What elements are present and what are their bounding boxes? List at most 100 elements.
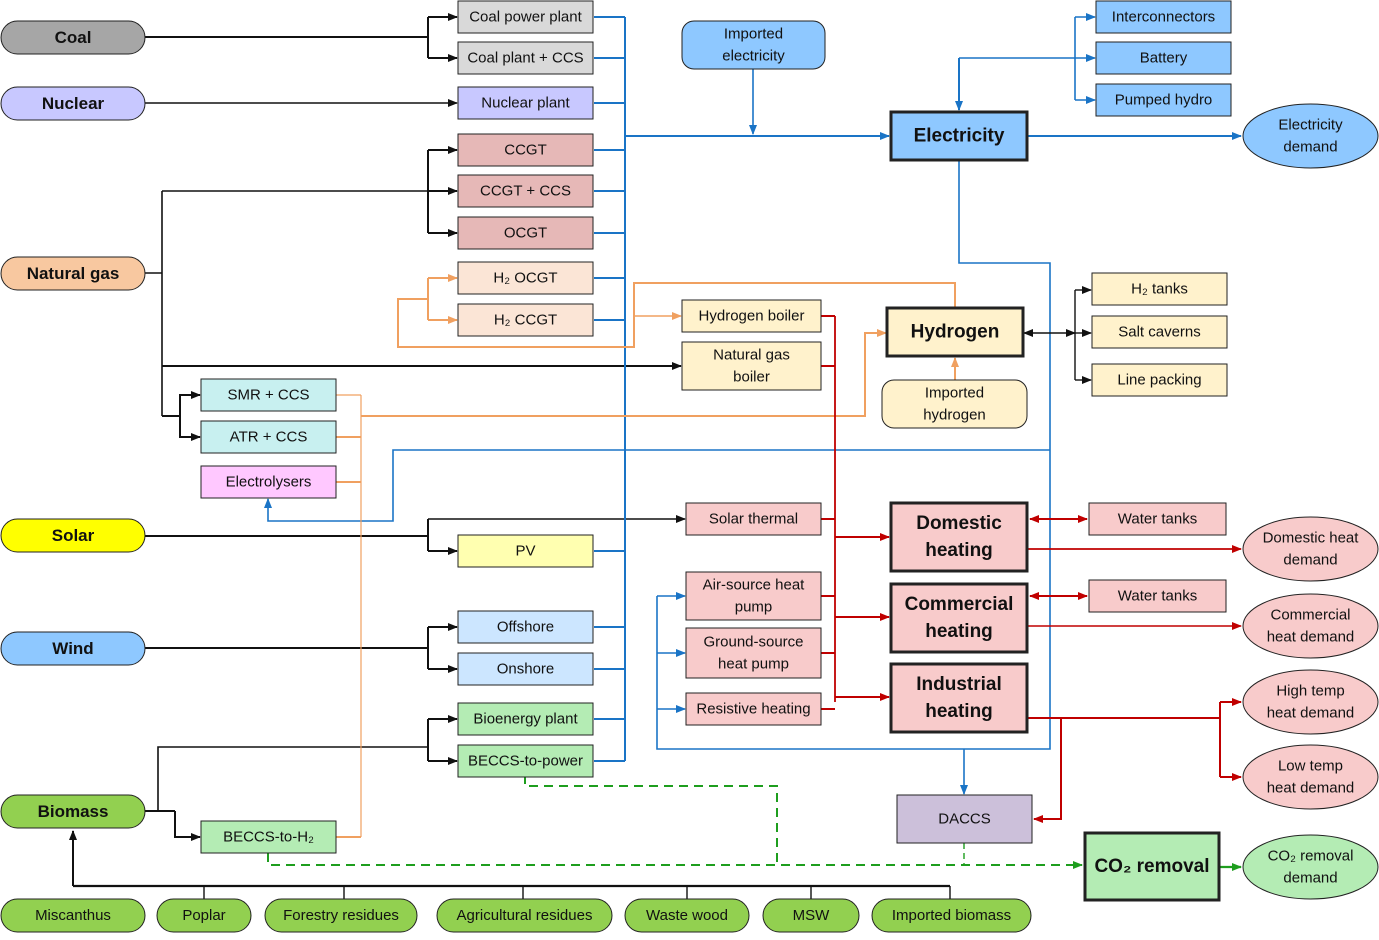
beccs-to-h2[interactable]: BECCS-to-H₂ [200, 820, 337, 854]
smr-ccs[interactable]: SMR + CCS [200, 378, 337, 412]
beccs-to-power[interactable]: BECCS-to-power [457, 744, 594, 778]
pv-label: PV [515, 543, 535, 560]
coal-power-plant[interactable]: Coal power plant [457, 0, 594, 34]
coal-plant-ccs[interactable]: Coal plant + CCS [457, 41, 594, 75]
demand-co2-removal-label: demand [1283, 870, 1337, 887]
electrolysers[interactable]: Electrolysers [200, 465, 337, 499]
air-source-heat-pump[interactable]: Air-source heat pump [685, 571, 822, 621]
storage-line-packing-label: Line packing [1117, 372, 1201, 389]
ccgt-ccs[interactable]: CCGT + CCS [457, 174, 594, 208]
hub-hydrogen[interactable]: Hydrogen [885, 306, 1025, 358]
source-wind[interactable]: Wind [0, 631, 146, 666]
demand-low-temp-heat-label: Low temp [1278, 758, 1343, 775]
source-biomass-label: Biomass [38, 802, 109, 821]
storage-interconnectors-label: Interconnectors [1112, 9, 1215, 26]
demand-domestic-heat[interactable]: Domestic heat demand [1242, 516, 1379, 582]
solar-thermal-label: Solar thermal [709, 511, 798, 528]
smr-ccs-label: SMR + CCS [227, 387, 309, 404]
ground-source-heat-pump-label: Ground-source [703, 634, 803, 651]
bio-up [157, 746, 428, 811]
source-natural-gas-label: Natural gas [27, 264, 120, 283]
electrolysers-label: Electrolysers [226, 474, 312, 491]
hub-industrial-heating-label: heating [925, 701, 993, 722]
source-coal-label: Coal [55, 28, 92, 47]
ocgt[interactable]: OCGT [457, 216, 594, 250]
demand-domestic-heat-label: demand [1283, 552, 1337, 569]
demand-commercial-heat[interactable]: Commercial heat demand [1242, 593, 1379, 659]
source-solar-label: Solar [52, 526, 95, 545]
storage-h2-tanks[interactable]: H₂ tanks [1091, 272, 1228, 306]
natural-gas-boiler-label: Natural gas [713, 347, 790, 364]
h2-ocgt[interactable]: H₂ OCGT [457, 261, 594, 295]
storage-water-tanks-domestic-label: Water tanks [1118, 511, 1197, 528]
hub-industrial-heating-label: Industrial [916, 674, 1002, 695]
demand-commercial-heat-shape [1242, 593, 1379, 659]
demand-electricity-label: demand [1283, 139, 1337, 156]
feedstock-4-label: Waste wood [646, 907, 728, 924]
storage-water-tanks-domestic[interactable]: Water tanks [1088, 502, 1227, 536]
natural-gas-boiler[interactable]: Natural gas boiler [681, 341, 822, 391]
demand-co2-removal[interactable]: CO₂ removal demand [1242, 834, 1379, 900]
source-nuclear[interactable]: Nuclear [0, 86, 146, 121]
h2-ccgt[interactable]: H₂ CCGT [457, 303, 594, 337]
demand-electricity-label: Electricity [1278, 117, 1343, 134]
feedstock-3[interactable]: Agricultural residues [436, 898, 613, 933]
storage-line-packing[interactable]: Line packing [1091, 363, 1228, 397]
ccgt-ccs-label: CCGT + CCS [480, 183, 571, 200]
connectors-layer [69, 13, 1242, 900]
storage-water-tanks-commercial[interactable]: Water tanks [1088, 579, 1227, 613]
demand-electricity-shape [1242, 103, 1379, 169]
feedstock-5[interactable]: MSW [762, 898, 860, 933]
hydrogen-boiler[interactable]: Hydrogen boiler [681, 299, 822, 333]
storage-interconnectors[interactable]: Interconnectors [1095, 0, 1232, 34]
hub-commercial-heating[interactable]: Commercial heating [889, 582, 1029, 654]
solar-thermal[interactable]: Solar thermal [685, 502, 822, 536]
storage-pumped-hydro-label: Pumped hydro [1115, 92, 1213, 109]
imported-electricity[interactable]: Imported electricity [681, 20, 826, 70]
onshore-wind[interactable]: Onshore [457, 652, 594, 686]
ccgt[interactable]: CCGT [457, 133, 594, 167]
feedstock-0[interactable]: Miscanthus [0, 898, 146, 933]
source-coal[interactable]: Coal [0, 20, 146, 55]
source-natural-gas[interactable]: Natural gas [0, 256, 146, 291]
source-biomass[interactable]: Biomass [0, 794, 146, 829]
demand-low-temp-heat[interactable]: Low temp heat demand [1242, 744, 1379, 810]
hub-commercial-heating-label: heating [925, 621, 993, 642]
atr-ccs[interactable]: ATR + CCS [200, 420, 337, 454]
resistive-heating-label: Resistive heating [696, 701, 810, 718]
demand-high-temp-heat-label: High temp [1276, 683, 1344, 700]
ground-source-heat-pump[interactable]: Ground-source heat pump [685, 627, 822, 679]
feedstock-2[interactable]: Forestry residues [264, 898, 418, 933]
beccs-to-h2-label: BECCS-to-H₂ [223, 829, 314, 846]
hub-co2-removal[interactable]: CO₂ removal [1083, 831, 1221, 902]
feedstock-1[interactable]: Poplar [156, 898, 252, 933]
hub-electricity[interactable]: Electricity [889, 110, 1029, 162]
source-wind-label: Wind [52, 639, 93, 658]
hub-industrial-heating[interactable]: Industrial heating [889, 662, 1029, 734]
resistive-heating[interactable]: Resistive heating [685, 692, 822, 726]
source-solar[interactable]: Solar [0, 518, 146, 553]
pv[interactable]: PV [457, 534, 594, 568]
bioenergy-plant[interactable]: Bioenergy plant [457, 702, 594, 736]
nuclear-plant[interactable]: Nuclear plant [457, 86, 594, 120]
feedstock-6[interactable]: Imported biomass [871, 898, 1032, 933]
imported-hydrogen[interactable]: Imported hydrogen [881, 379, 1028, 429]
h2-ccgt-label: H₂ CCGT [494, 312, 557, 329]
demand-commercial-heat-label: Commercial [1270, 607, 1350, 624]
demand-high-temp-heat[interactable]: High temp heat demand [1242, 669, 1379, 735]
feedstock-4[interactable]: Waste wood [624, 898, 750, 933]
offshore-wind[interactable]: Offshore [457, 610, 594, 644]
air-source-heat-pump-label: pump [735, 599, 773, 616]
daccs[interactable]: DACCS [896, 794, 1033, 844]
coal-power-plant-label: Coal power plant [469, 9, 582, 26]
hydrogen-boiler-label: Hydrogen boiler [699, 308, 805, 325]
demand-domestic-heat-label: Domestic heat [1263, 530, 1360, 547]
source-nuclear-label: Nuclear [42, 94, 105, 113]
demand-low-temp-heat-label: heat demand [1267, 780, 1355, 797]
feedstock-6-label: Imported biomass [892, 907, 1011, 924]
demand-electricity[interactable]: Electricity demand [1242, 103, 1379, 169]
storage-salt-caverns[interactable]: Salt caverns [1091, 315, 1228, 349]
storage-pumped-hydro[interactable]: Pumped hydro [1095, 83, 1232, 117]
hub-domestic-heating[interactable]: Domestic heating [889, 501, 1029, 573]
storage-battery[interactable]: Battery [1095, 41, 1232, 75]
